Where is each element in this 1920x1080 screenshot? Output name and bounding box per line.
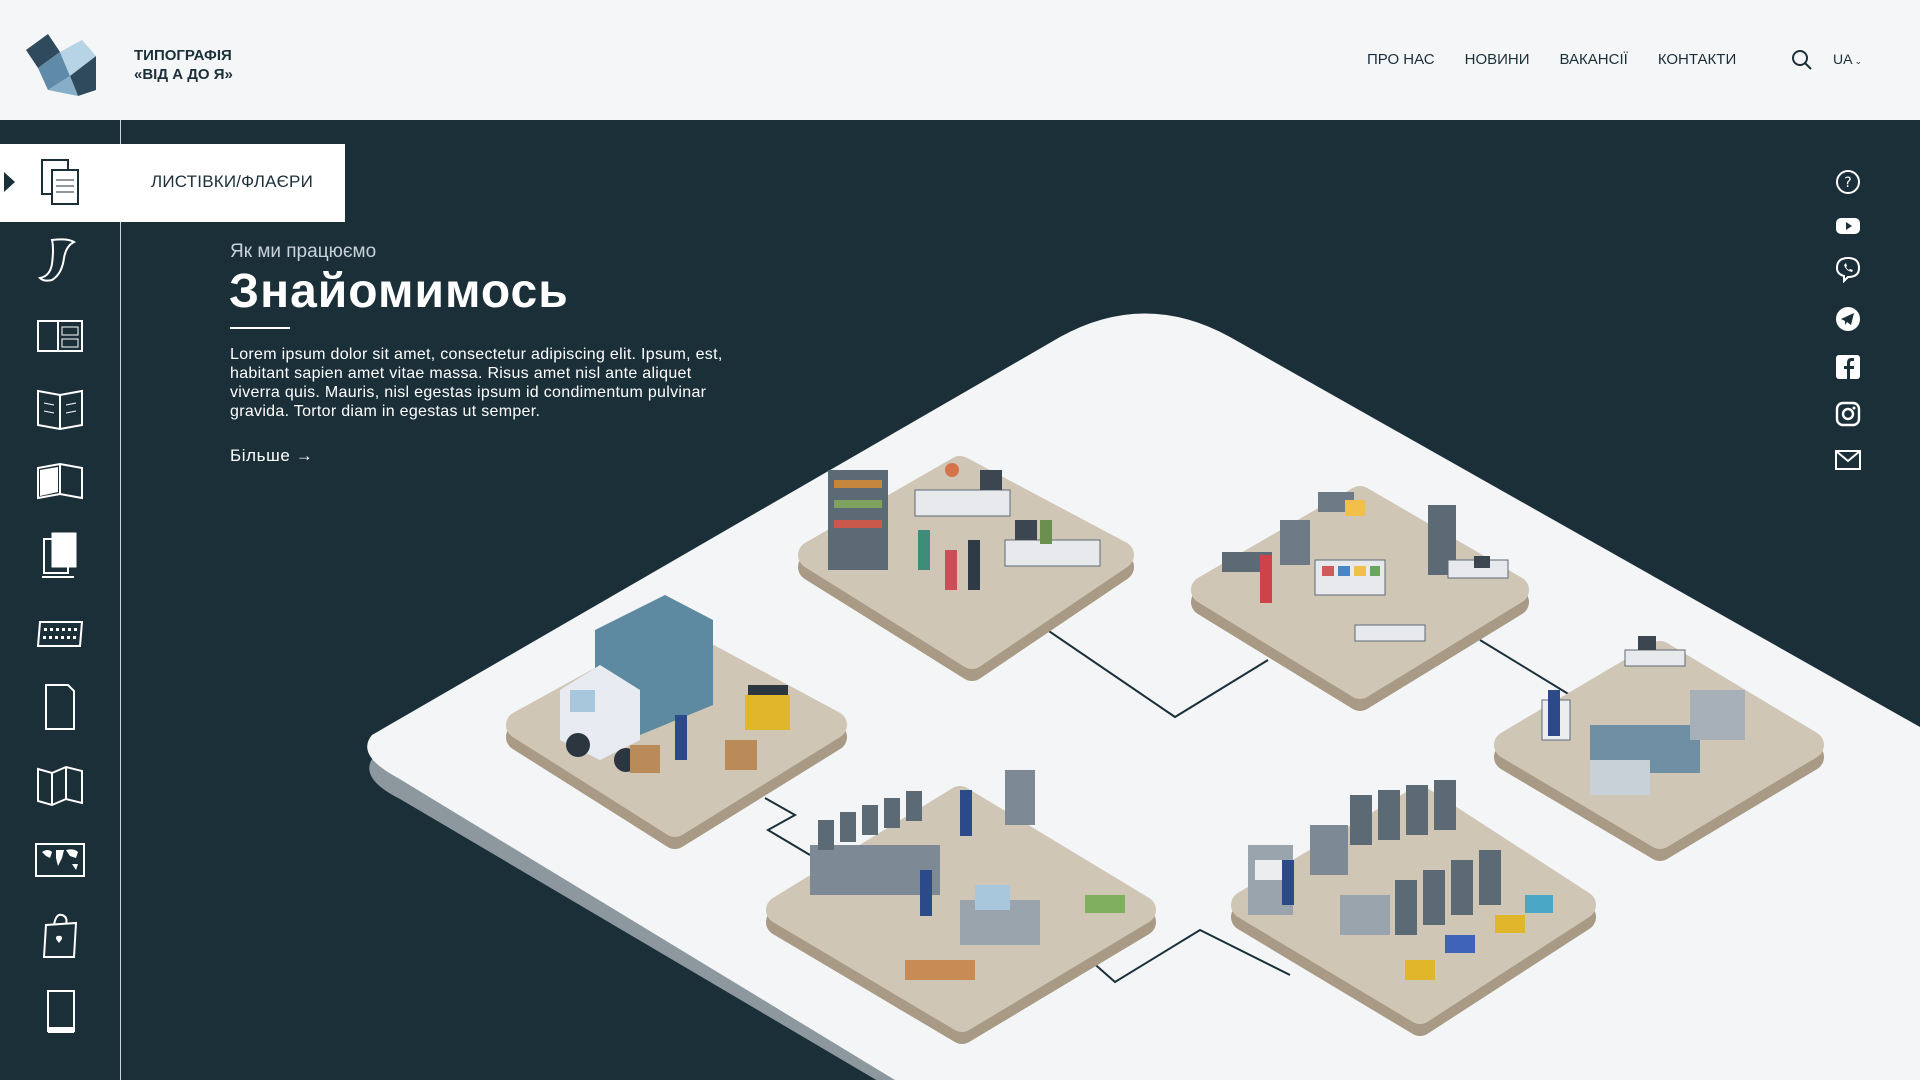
- tile-press-b: [1231, 780, 1596, 1036]
- more-link[interactable]: Більше →: [230, 446, 313, 466]
- telegram-icon: [1836, 307, 1860, 331]
- leaflet-icon: [41, 159, 79, 205]
- facebook-icon: [1836, 355, 1860, 379]
- sheet-icon: [45, 684, 75, 730]
- tile-press-a: [766, 770, 1156, 1044]
- tile-design: [1191, 486, 1529, 711]
- sidebar-item-brochure[interactable]: [0, 300, 120, 370]
- brand-name[interactable]: ТИПОГРАФІЯ «ВІД А ДО Я»: [134, 46, 233, 84]
- chevron-down-icon: ⌄: [1854, 56, 1862, 66]
- sidebar-item-bag[interactable]: [0, 900, 120, 970]
- sidebar-item-leaflets[interactable]: [0, 147, 120, 217]
- sidebar-item-calendar[interactable]: [0, 597, 120, 667]
- title-underline: [230, 327, 290, 329]
- youtube-link[interactable]: [1834, 212, 1862, 240]
- shopping-bag-icon: [42, 913, 78, 958]
- sidebar-item-sheet[interactable]: [0, 672, 120, 742]
- brochure-icon: [37, 320, 83, 352]
- nav-contacts[interactable]: КОНТАКТИ: [1658, 51, 1736, 68]
- hero-eyebrow: Як ми працюємо: [230, 241, 377, 262]
- main-nav: ПРО НАС НОВИНИ ВАКАНСІЇ КОНТАКТИ: [1367, 51, 1766, 68]
- telegram-link[interactable]: [1834, 305, 1862, 333]
- facebook-link[interactable]: [1834, 353, 1862, 381]
- scroll-icon: [37, 238, 76, 282]
- sidebar-active-label[interactable]: ЛИСТІВКИ/ФЛАЄРИ: [151, 172, 313, 192]
- tablet-icon: [47, 990, 75, 1033]
- help-icon: ?: [1836, 170, 1860, 194]
- tile-delivery: [506, 595, 847, 849]
- tile-office: [798, 456, 1134, 681]
- brand-line-1: ТИПОГРАФІЯ: [134, 47, 232, 64]
- hero-title: Знайомимось: [229, 265, 569, 318]
- sidebar-item-book[interactable]: [0, 445, 120, 515]
- folded-flyer-icon: [37, 765, 83, 807]
- sidebar-item-folded-flyer[interactable]: [0, 750, 120, 820]
- hero-description: Lorem ipsum dolor sit amet, consectetur …: [230, 346, 723, 420]
- sidebar-divider: [120, 120, 121, 1080]
- sidebar-item-tablet[interactable]: [0, 978, 120, 1048]
- sidebar-item-scroll[interactable]: [0, 225, 120, 295]
- instagram-link[interactable]: [1834, 400, 1862, 428]
- nav-vacancies[interactable]: ВАКАНСІЇ: [1560, 51, 1628, 68]
- world-map-icon: [35, 843, 85, 877]
- tile-prepress: [1494, 636, 1824, 861]
- calendar-icon: [36, 621, 84, 647]
- site-header: ТИПОГРАФІЯ «ВІД А ДО Я» ПРО НАС НОВИНИ В…: [0, 0, 1920, 120]
- viber-link[interactable]: [1834, 255, 1862, 284]
- language-selector[interactable]: UA ⌄: [1833, 51, 1862, 67]
- logo-icon[interactable]: [24, 30, 98, 96]
- youtube-icon: [1836, 218, 1860, 234]
- help-button[interactable]: ?: [1834, 168, 1862, 196]
- sidebar-item-magazine[interactable]: [0, 372, 120, 442]
- search-icon[interactable]: [1791, 49, 1813, 71]
- instagram-icon: [1835, 401, 1861, 427]
- brand-line-2: «ВІД А ДО Я»: [134, 66, 233, 83]
- svg-text:?: ?: [1844, 175, 1851, 191]
- notebook-stack-icon: [42, 532, 77, 578]
- viber-icon: [1835, 256, 1861, 284]
- nav-news[interactable]: НОВИНИ: [1465, 51, 1530, 68]
- book-icon: [37, 462, 83, 500]
- sidebar-item-notebooks[interactable]: [0, 520, 120, 590]
- language-label: UA: [1833, 51, 1853, 67]
- illustration-platform: [367, 313, 1920, 1080]
- mail-icon: [1835, 450, 1861, 470]
- nav-about[interactable]: ПРО НАС: [1367, 51, 1435, 68]
- sidebar-item-map[interactable]: [0, 825, 120, 895]
- magazine-icon: [37, 389, 83, 431]
- email-link[interactable]: [1834, 446, 1862, 474]
